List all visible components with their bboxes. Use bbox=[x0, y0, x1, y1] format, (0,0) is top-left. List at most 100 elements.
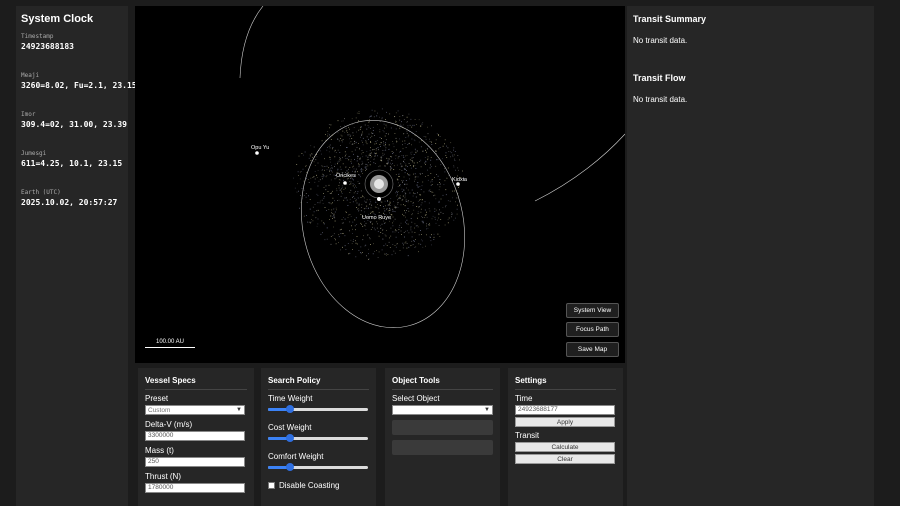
asteroid-particle bbox=[388, 148, 390, 150]
asteroid-particle bbox=[358, 174, 359, 176]
asteroid-particle bbox=[424, 162, 426, 164]
asteroid-particle bbox=[357, 208, 359, 209]
asteroid-particle bbox=[303, 180, 305, 182]
apply-button[interactable]: Apply bbox=[515, 417, 615, 427]
preset-select[interactable]: Custom ▼ bbox=[145, 405, 245, 415]
time-weight-slider[interactable] bbox=[268, 405, 368, 414]
asteroid-particle bbox=[361, 126, 362, 128]
time-input[interactable]: 24923688177 bbox=[515, 405, 615, 415]
asteroid-particle bbox=[326, 175, 328, 176]
focus-path-button[interactable]: Focus Path bbox=[566, 322, 619, 337]
slider-thumb[interactable] bbox=[286, 434, 294, 442]
asteroid-particle bbox=[380, 158, 382, 160]
object-tools-panel: Object Tools Select Object ▼ bbox=[385, 368, 500, 506]
asteroid-particle bbox=[308, 221, 310, 223]
asteroid-particle bbox=[399, 138, 400, 140]
asteroid-particle bbox=[406, 170, 407, 171]
map-canvas[interactable]: Opu Yu Oricikes Kidxia Uomo Ruye bbox=[135, 6, 625, 363]
thrust-input[interactable]: 1780000 bbox=[145, 483, 245, 493]
asteroid-particle bbox=[430, 166, 432, 167]
object-action-button-1[interactable] bbox=[392, 420, 493, 435]
asteroid-particle bbox=[366, 205, 368, 207]
save-map-button[interactable]: Save Map bbox=[566, 342, 619, 357]
asteroid-particle bbox=[351, 138, 353, 139]
asteroid-particle bbox=[362, 131, 363, 133]
asteroid-particle bbox=[334, 156, 336, 158]
asteroid-particle bbox=[337, 120, 339, 122]
cost-weight-slider[interactable] bbox=[268, 434, 368, 443]
asteroid-particle bbox=[371, 204, 372, 206]
asteroid-particle bbox=[417, 186, 419, 188]
asteroid-particle bbox=[439, 147, 441, 148]
asteroid-particle bbox=[425, 149, 426, 151]
asteroid-particle bbox=[329, 159, 331, 160]
asteroid-particle bbox=[379, 165, 381, 167]
body-marker-uomo-ruye[interactable] bbox=[377, 197, 381, 201]
asteroid-particle bbox=[427, 133, 429, 135]
asteroid-particle bbox=[394, 116, 396, 117]
object-action-button-2[interactable] bbox=[392, 440, 493, 455]
asteroid-particle bbox=[432, 215, 434, 217]
body-marker-opu-yu[interactable] bbox=[255, 151, 259, 155]
asteroid-particle bbox=[405, 193, 407, 194]
asteroid-particle bbox=[418, 206, 420, 208]
asteroid-particle bbox=[347, 217, 349, 218]
asteroid-particle bbox=[391, 254, 393, 256]
asteroid-particle bbox=[404, 197, 406, 199]
asteroid-particle bbox=[389, 237, 390, 239]
asteroid-particle bbox=[455, 201, 456, 203]
asteroid-particle bbox=[310, 222, 311, 224]
select-object-dropdown[interactable]: ▼ bbox=[392, 405, 493, 415]
asteroid-particle bbox=[338, 199, 340, 201]
asteroid-particle bbox=[332, 235, 334, 236]
asteroid-particle bbox=[350, 141, 352, 143]
clock-value: 3260=8.02, Fu=2.1, 23.15 bbox=[21, 81, 137, 90]
clock-value: 309.4=02, 31.00, 23.39 bbox=[21, 120, 127, 129]
slider-thumb[interactable] bbox=[286, 463, 294, 471]
asteroid-particle bbox=[358, 143, 359, 144]
asteroid-particle bbox=[445, 155, 447, 156]
disable-coasting-checkbox[interactable] bbox=[268, 482, 275, 489]
asteroid-particle bbox=[325, 134, 326, 135]
transit-summary-panel: Transit Summary No transit data. Transit… bbox=[627, 6, 874, 506]
comfort-weight-slider[interactable] bbox=[268, 463, 368, 472]
clear-button[interactable]: Clear bbox=[515, 454, 615, 464]
asteroid-particle bbox=[429, 189, 431, 191]
asteroid-particle bbox=[414, 124, 415, 126]
delta-v-input[interactable]: 3300000 bbox=[145, 431, 245, 441]
calculate-button[interactable]: Calculate bbox=[515, 442, 615, 452]
body-marker-oricikes[interactable] bbox=[343, 181, 347, 185]
asteroid-particle bbox=[396, 190, 398, 192]
asteroid-particle bbox=[330, 193, 332, 194]
asteroid-particle bbox=[417, 192, 418, 194]
asteroid-particle bbox=[365, 202, 367, 203]
asteroid-particle bbox=[417, 176, 419, 178]
asteroid-particle bbox=[374, 206, 376, 208]
transit-summary-title: Transit Summary bbox=[633, 14, 707, 24]
asteroid-particle bbox=[348, 214, 350, 216]
asteroid-particle bbox=[422, 217, 424, 218]
asteroid-particle bbox=[399, 185, 401, 187]
asteroid-particle bbox=[387, 200, 388, 201]
asteroid-particle bbox=[378, 166, 380, 168]
asteroid-particle bbox=[343, 217, 344, 218]
asteroid-particle bbox=[393, 152, 394, 153]
asteroid-particle bbox=[402, 115, 403, 117]
asteroid-particle bbox=[332, 213, 333, 214]
disable-coasting-row[interactable]: Disable Coasting bbox=[268, 481, 369, 490]
system-view-button[interactable]: System View bbox=[566, 303, 619, 318]
asteroid-particle bbox=[390, 156, 392, 157]
asteroid-particle bbox=[445, 205, 447, 206]
asteroid-particle bbox=[398, 173, 400, 175]
asteroid-particle bbox=[363, 208, 365, 210]
asteroid-particle bbox=[346, 212, 347, 213]
asteroid-particle bbox=[354, 197, 356, 199]
asteroid-particle bbox=[345, 211, 347, 213]
asteroid-particle bbox=[413, 173, 414, 175]
asteroid-particle bbox=[407, 201, 409, 203]
system-map[interactable]: Opu Yu Oricikes Kidxia Uomo Ruye System … bbox=[135, 6, 625, 363]
asteroid-particle bbox=[337, 169, 339, 171]
slider-thumb[interactable] bbox=[286, 405, 294, 413]
mass-input[interactable]: 250 bbox=[145, 457, 245, 467]
asteroid-particle bbox=[412, 213, 413, 215]
